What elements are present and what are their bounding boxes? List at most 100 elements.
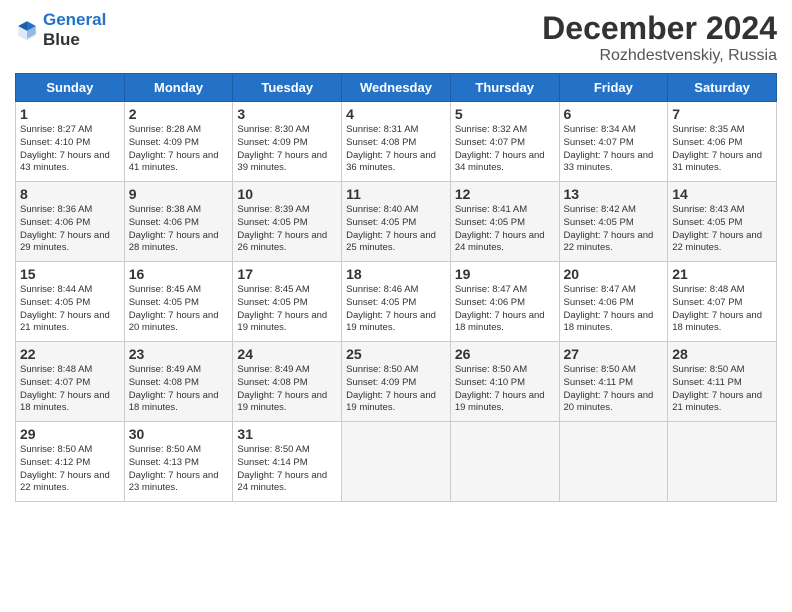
day-number: 19 bbox=[455, 266, 555, 282]
table-cell bbox=[559, 422, 668, 502]
day-number: 27 bbox=[564, 346, 664, 362]
cell-content: Sunrise: 8:50 AMSunset: 4:09 PMDaylight:… bbox=[346, 364, 446, 415]
table-cell: 1 Sunrise: 8:27 AMSunset: 4:10 PMDaylight… bbox=[16, 102, 125, 182]
col-monday: Monday bbox=[124, 74, 233, 102]
table-cell bbox=[342, 422, 451, 502]
cell-content: Sunrise: 8:31 AMSunset: 4:08 PMDaylight:… bbox=[346, 124, 446, 175]
cell-content: Sunrise: 8:28 AMSunset: 4:09 PMDaylight:… bbox=[129, 124, 229, 175]
day-number: 9 bbox=[129, 186, 229, 202]
day-number: 13 bbox=[564, 186, 664, 202]
table-cell: 29Sunrise: 8:50 AMSunset: 4:12 PMDayligh… bbox=[16, 422, 125, 502]
day-number: 12 bbox=[455, 186, 555, 202]
cell-content: Sunrise: 8:47 AMSunset: 4:06 PMDaylight:… bbox=[564, 284, 664, 335]
table-row: 1 Sunrise: 8:27 AMSunset: 4:10 PMDaylight… bbox=[16, 102, 777, 182]
day-number: 25 bbox=[346, 346, 446, 362]
cell-content: Sunrise: 8:43 AMSunset: 4:05 PMDaylight:… bbox=[672, 204, 772, 255]
day-number: 18 bbox=[346, 266, 446, 282]
cell-content: Sunrise: 8:42 AMSunset: 4:05 PMDaylight:… bbox=[564, 204, 664, 255]
table-cell: 30 Sunrise: 8:50 AMSunset: 4:13 PMDayligh… bbox=[124, 422, 233, 502]
day-number: 14 bbox=[672, 186, 772, 202]
cell-content: Sunrise: 8:49 AMSunset: 4:08 PMDaylight:… bbox=[129, 364, 229, 415]
table-cell: 18 Sunrise: 8:46 AMSunset: 4:05 PMDayligh… bbox=[342, 262, 451, 342]
day-number: 7 bbox=[672, 106, 772, 122]
month-title: December 2024 bbox=[542, 10, 777, 47]
table-cell: 23Sunrise: 8:49 AMSunset: 4:08 PMDayligh… bbox=[124, 342, 233, 422]
cell-content: Sunrise: 8:50 AMSunset: 4:12 PMDaylight:… bbox=[20, 444, 120, 495]
cell-content: Sunrise: 8:47 AMSunset: 4:06 PMDaylight:… bbox=[455, 284, 555, 335]
day-number: 6 bbox=[564, 106, 664, 122]
cell-content: Sunrise: 8:45 AMSunset: 4:05 PMDaylight:… bbox=[129, 284, 229, 335]
day-number: 24 bbox=[237, 346, 337, 362]
cell-content: Sunrise: 8:50 AMSunset: 4:10 PMDaylight:… bbox=[455, 364, 555, 415]
table-row: 22 Sunrise: 8:48 AMSunset: 4:07 PMDayligh… bbox=[16, 342, 777, 422]
table-cell: 27Sunrise: 8:50 AMSunset: 4:11 PMDayligh… bbox=[559, 342, 668, 422]
title-block: December 2024 Rozhdestvenskiy, Russia bbox=[542, 10, 777, 65]
cell-content: Sunrise: 8:45 AMSunset: 4:05 PMDaylight:… bbox=[237, 284, 337, 335]
day-number: 21 bbox=[672, 266, 772, 282]
table-cell: 15 Sunrise: 8:44 AMSunset: 4:05 PMDayligh… bbox=[16, 262, 125, 342]
logo-text: General Blue bbox=[43, 10, 106, 49]
header: General Blue December 2024 Rozhdestvensk… bbox=[15, 10, 777, 65]
day-number: 10 bbox=[237, 186, 337, 202]
day-number: 1 bbox=[20, 106, 120, 122]
day-number: 16 bbox=[129, 266, 229, 282]
cell-content: Sunrise: 8:48 AMSunset: 4:07 PMDaylight:… bbox=[672, 284, 772, 335]
col-thursday: Thursday bbox=[450, 74, 559, 102]
table-cell: 2 Sunrise: 8:28 AMSunset: 4:09 PMDaylight… bbox=[124, 102, 233, 182]
table-cell: 22 Sunrise: 8:48 AMSunset: 4:07 PMDayligh… bbox=[16, 342, 125, 422]
header-row: Sunday Monday Tuesday Wednesday Thursday… bbox=[16, 74, 777, 102]
day-number: 28 bbox=[672, 346, 772, 362]
table-cell: 28 Sunrise: 8:50 AMSunset: 4:11 PMDayligh… bbox=[668, 342, 777, 422]
cell-content: Sunrise: 8:44 AMSunset: 4:05 PMDaylight:… bbox=[20, 284, 120, 335]
logo-blue: Blue bbox=[43, 30, 106, 50]
day-number: 17 bbox=[237, 266, 337, 282]
table-cell: 24 Sunrise: 8:49 AMSunset: 4:08 PMDayligh… bbox=[233, 342, 342, 422]
day-number: 4 bbox=[346, 106, 446, 122]
table-cell: 20Sunrise: 8:47 AMSunset: 4:06 PMDayligh… bbox=[559, 262, 668, 342]
table-cell: 21 Sunrise: 8:48 AMSunset: 4:07 PMDayligh… bbox=[668, 262, 777, 342]
cell-content: Sunrise: 8:50 AMSunset: 4:11 PMDaylight:… bbox=[672, 364, 772, 415]
day-number: 3 bbox=[237, 106, 337, 122]
cell-content: Sunrise: 8:48 AMSunset: 4:07 PMDaylight:… bbox=[20, 364, 120, 415]
cell-content: Sunrise: 8:50 AMSunset: 4:14 PMDaylight:… bbox=[237, 444, 337, 495]
table-cell bbox=[450, 422, 559, 502]
cell-content: Sunrise: 8:46 AMSunset: 4:05 PMDaylight:… bbox=[346, 284, 446, 335]
table-row: 15 Sunrise: 8:44 AMSunset: 4:05 PMDayligh… bbox=[16, 262, 777, 342]
table-cell: 3 Sunrise: 8:30 AMSunset: 4:09 PMDaylight… bbox=[233, 102, 342, 182]
day-number: 5 bbox=[455, 106, 555, 122]
table-cell: 8 Sunrise: 8:36 AMSunset: 4:06 PMDaylight… bbox=[16, 182, 125, 262]
cell-content: Sunrise: 8:27 AMSunset: 4:10 PMDaylight:… bbox=[20, 124, 120, 175]
table-cell: 26 Sunrise: 8:50 AMSunset: 4:10 PMDayligh… bbox=[450, 342, 559, 422]
cell-content: Sunrise: 8:32 AMSunset: 4:07 PMDaylight:… bbox=[455, 124, 555, 175]
table-cell: 13 Sunrise: 8:42 AMSunset: 4:05 PMDayligh… bbox=[559, 182, 668, 262]
cell-content: Sunrise: 8:50 AMSunset: 4:13 PMDaylight:… bbox=[129, 444, 229, 495]
day-number: 15 bbox=[20, 266, 120, 282]
logo: General Blue bbox=[15, 10, 106, 49]
table-cell: 11Sunrise: 8:40 AMSunset: 4:05 PMDayligh… bbox=[342, 182, 451, 262]
table-cell: 16 Sunrise: 8:45 AMSunset: 4:05 PMDayligh… bbox=[124, 262, 233, 342]
cell-content: Sunrise: 8:35 AMSunset: 4:06 PMDaylight:… bbox=[672, 124, 772, 175]
cell-content: Sunrise: 8:30 AMSunset: 4:09 PMDaylight:… bbox=[237, 124, 337, 175]
day-number: 22 bbox=[20, 346, 120, 362]
col-friday: Friday bbox=[559, 74, 668, 102]
day-number: 2 bbox=[129, 106, 229, 122]
table-cell: 4 Sunrise: 8:31 AMSunset: 4:08 PMDaylight… bbox=[342, 102, 451, 182]
table-cell: 9Sunrise: 8:38 AMSunset: 4:06 PMDaylight… bbox=[124, 182, 233, 262]
day-number: 30 bbox=[129, 426, 229, 442]
cell-content: Sunrise: 8:34 AMSunset: 4:07 PMDaylight:… bbox=[564, 124, 664, 175]
table-cell: 12 Sunrise: 8:41 AMSunset: 4:05 PMDayligh… bbox=[450, 182, 559, 262]
table-cell: 6 Sunrise: 8:34 AMSunset: 4:07 PMDaylight… bbox=[559, 102, 668, 182]
col-sunday: Sunday bbox=[16, 74, 125, 102]
table-cell: 31Sunrise: 8:50 AMSunset: 4:14 PMDayligh… bbox=[233, 422, 342, 502]
cell-content: Sunrise: 8:41 AMSunset: 4:05 PMDaylight:… bbox=[455, 204, 555, 255]
table-cell: 19 Sunrise: 8:47 AMSunset: 4:06 PMDayligh… bbox=[450, 262, 559, 342]
cell-content: Sunrise: 8:49 AMSunset: 4:08 PMDaylight:… bbox=[237, 364, 337, 415]
cell-content: Sunrise: 8:36 AMSunset: 4:06 PMDaylight:… bbox=[20, 204, 120, 255]
day-number: 8 bbox=[20, 186, 120, 202]
location-subtitle: Rozhdestvenskiy, Russia bbox=[542, 47, 777, 65]
table-cell: 14 Sunrise: 8:43 AMSunset: 4:05 PMDayligh… bbox=[668, 182, 777, 262]
table-cell bbox=[668, 422, 777, 502]
table-cell: 7 Sunrise: 8:35 AMSunset: 4:06 PMDaylight… bbox=[668, 102, 777, 182]
col-wednesday: Wednesday bbox=[342, 74, 451, 102]
day-number: 26 bbox=[455, 346, 555, 362]
